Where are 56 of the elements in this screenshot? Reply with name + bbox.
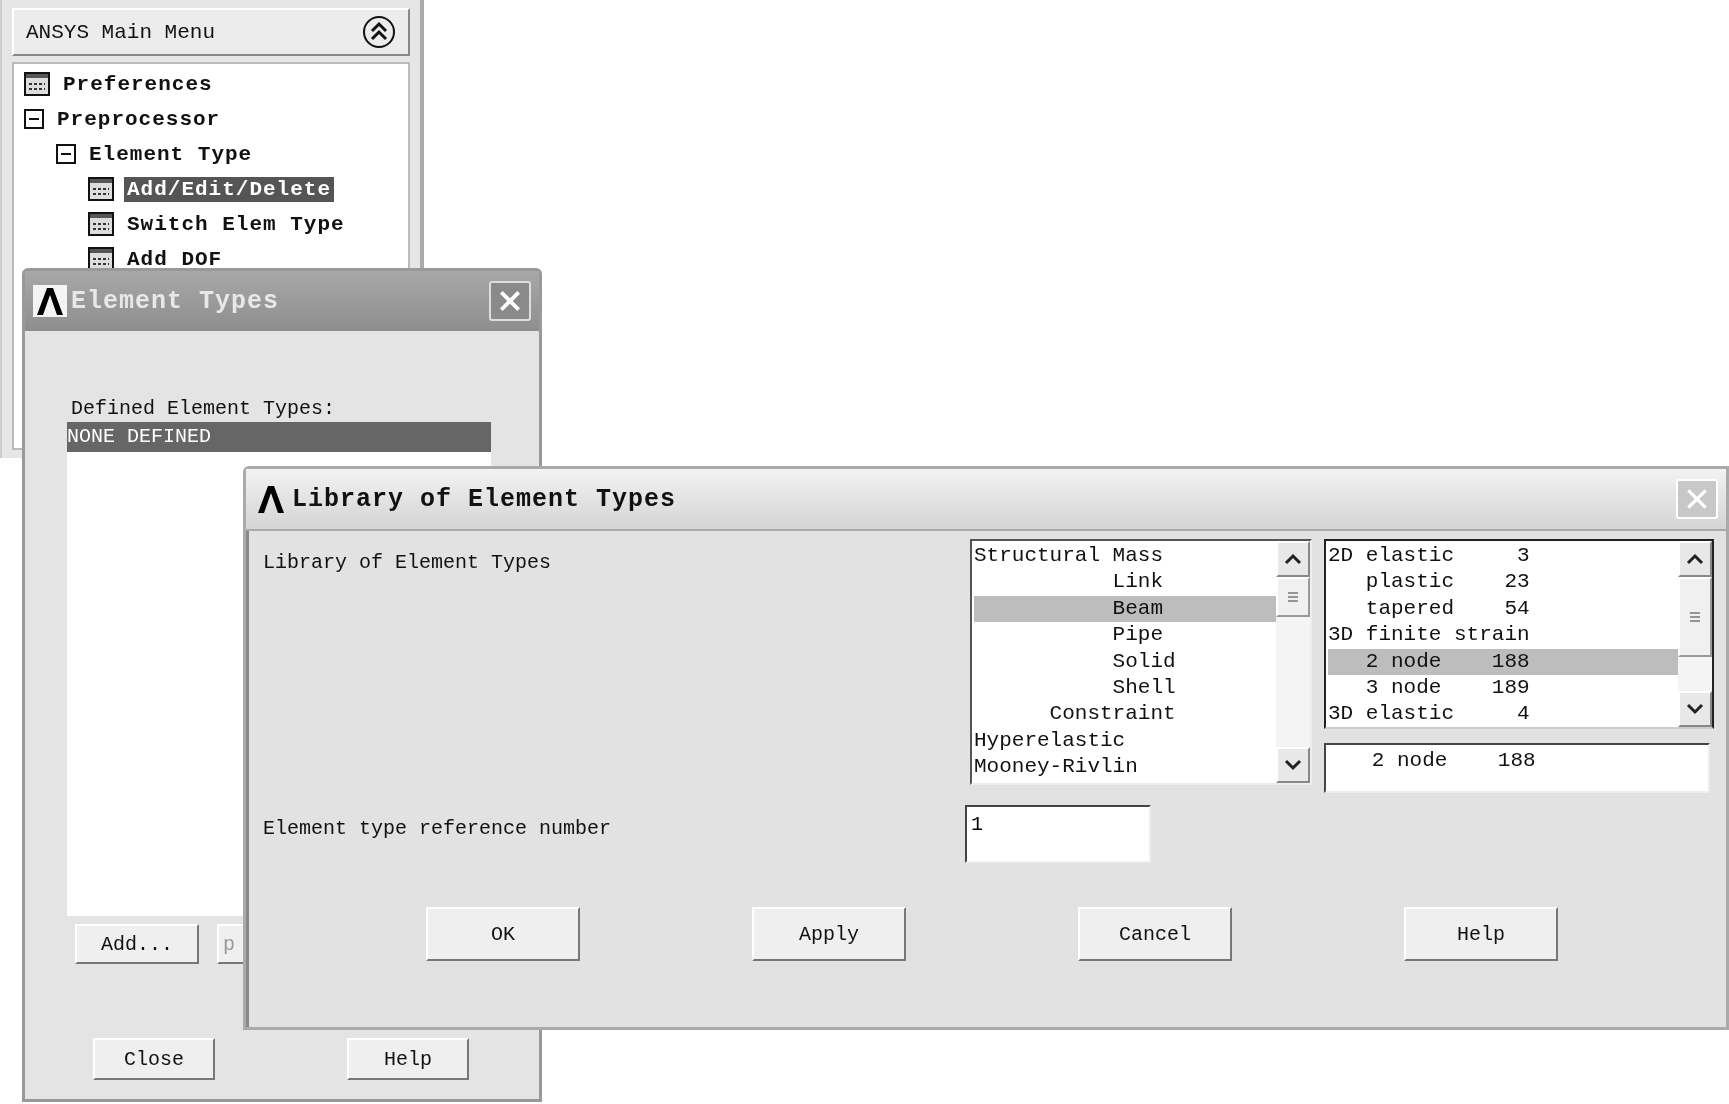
- list-item[interactable]: tapered 54: [1328, 595, 1678, 623]
- scroll-up-icon[interactable]: [1283, 553, 1303, 565]
- field-label: Element type reference number: [263, 817, 612, 842]
- menu-tree-item[interactable]: Preprocessor: [54, 106, 224, 132]
- dialog-button[interactable]: Help: [1404, 907, 1558, 961]
- dialog-title: Element Types: [71, 286, 281, 316]
- list-item[interactable]: 2D elastic 3: [1328, 543, 1678, 570]
- collapse-icon[interactable]: [362, 15, 396, 49]
- list-item[interactable]: 3D elastic 4: [1328, 701, 1678, 727]
- list-item[interactable]: NONE DEFINED: [67, 422, 491, 452]
- menu-tree-item[interactable]: Preferences: [60, 71, 216, 97]
- expand-toggle-icon[interactable]: [24, 109, 44, 129]
- list-item[interactable]: Link: [974, 569, 1276, 596]
- list-item[interactable]: plastic 23: [1328, 569, 1678, 596]
- list-item[interactable]: 2 node 188: [1328, 648, 1678, 675]
- list-label: Defined Element Types:: [71, 397, 337, 420]
- list-item[interactable]: Structural Mass: [974, 543, 1276, 570]
- scroll-up-icon[interactable]: [1685, 553, 1705, 565]
- dialog-title: Library of Element Types: [292, 484, 678, 514]
- logo-icon: [33, 285, 67, 317]
- dialog-button[interactable]: Help: [347, 1038, 469, 1080]
- close-icon: [497, 288, 523, 314]
- dialog-button[interactable]: Close: [93, 1038, 215, 1080]
- dialog-button[interactable]: Cancel: [1078, 907, 1232, 961]
- menu-tree-item[interactable]: Add DOF: [124, 246, 226, 272]
- scrollbar[interactable]: [1678, 541, 1712, 727]
- selection-field[interactable]: 2 node 188: [1324, 743, 1710, 793]
- list-item[interactable]: Hyperelastic: [974, 727, 1276, 755]
- close-button[interactable]: [489, 281, 531, 321]
- list-item[interactable]: 3 node 189: [1328, 674, 1678, 702]
- grip-icon[interactable]: [1287, 591, 1299, 603]
- list-item[interactable]: Beam: [974, 595, 1276, 623]
- list-item[interactable]: 3D finite strain: [1328, 622, 1678, 649]
- dialog-window-icon: [24, 72, 50, 96]
- menu-tree-item[interactable]: Element Type: [86, 141, 256, 167]
- input-field[interactable]: 1: [965, 805, 1151, 863]
- dialog-button[interactable]: Apply: [752, 907, 906, 961]
- menu-tree-item[interactable]: Add/Edit/Delete: [124, 176, 335, 202]
- list-item[interactable]: Constraint: [974, 701, 1276, 728]
- list-item[interactable]: Mooney-Rivlin: [974, 754, 1276, 781]
- expand-toggle-icon[interactable]: [56, 144, 76, 164]
- dialog-button[interactable]: Add...: [75, 924, 199, 964]
- dialog-window-icon: [88, 177, 114, 201]
- close-icon: [1684, 486, 1710, 512]
- scrollbar[interactable]: [1276, 541, 1310, 783]
- field-label: Library of Element Types: [263, 551, 552, 576]
- list-item[interactable]: Pipe: [974, 622, 1276, 649]
- list-item[interactable]: Shell: [974, 674, 1276, 702]
- scroll-down-icon[interactable]: [1685, 703, 1705, 715]
- grip-icon[interactable]: [1689, 611, 1701, 623]
- list-item[interactable]: Solid: [974, 648, 1276, 675]
- menu-tree-item[interactable]: Switch Elem Type: [124, 211, 348, 237]
- scroll-down-icon[interactable]: [1283, 759, 1303, 771]
- dialog-window-icon: [88, 212, 114, 236]
- dialog-button[interactable]: OK: [426, 907, 580, 961]
- menu-title: ANSYS Main Menu: [26, 20, 216, 44]
